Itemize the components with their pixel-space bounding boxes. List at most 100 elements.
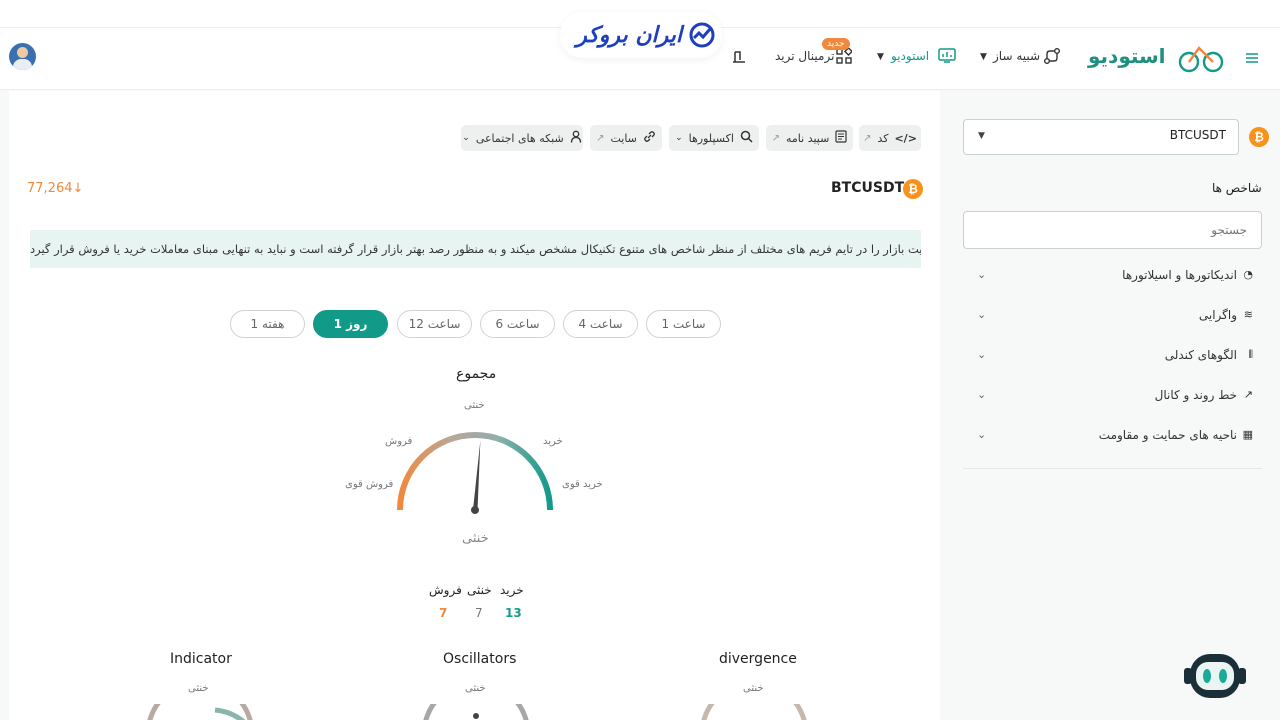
- sidebar-divider: [963, 468, 1262, 469]
- nav-simulator[interactable]: شبیه ساز: [993, 49, 1040, 63]
- sub-gauge-label-oscillators: خنثی: [465, 683, 486, 694]
- sidebar-category[interactable]: ◔ اندیکاتورها و اسیلاتورها ⌄: [975, 268, 1253, 308]
- sidebar-category-label: واگرایی: [1198, 308, 1237, 322]
- terminal-icon: [836, 46, 854, 64]
- external-link-icon: ↗: [863, 132, 872, 144]
- gauge-label-strong-sell: فروش قوی: [345, 479, 394, 490]
- symbol-select[interactable]: ▼ BTCUSDT: [963, 119, 1239, 155]
- document-icon: [835, 130, 847, 146]
- explorers-dropdown[interactable]: ⌄ اکسپلورها: [669, 125, 759, 151]
- sub-gauge-divergence: [701, 704, 807, 720]
- chart-icon[interactable]: [731, 48, 747, 64]
- studio-logo-text[interactable]: استودیو: [1088, 44, 1166, 68]
- sub-gauge-label-divergence: خنثی: [743, 683, 764, 694]
- social-dropdown[interactable]: ⌄ شبکه های اجتماعی: [461, 125, 583, 151]
- chevron-down-icon: ▼: [978, 131, 985, 141]
- search-icon: [740, 130, 753, 146]
- timeframe-button[interactable]: 1 هفته: [230, 310, 305, 338]
- timeframe-button[interactable]: 1 ساعت: [646, 310, 721, 338]
- nav-terminal[interactable]: ترمینال ترید: [775, 49, 834, 63]
- gauge-label-strong-buy: خرید قوی: [562, 479, 603, 490]
- timeframe-button[interactable]: 4 ساعت: [563, 310, 638, 338]
- brand-name: ایران بروکر: [576, 23, 682, 48]
- notice-banner: این قسمت وضعیت بازار را در تایم فریم های…: [30, 230, 921, 268]
- price-down-icon: ↓: [72, 181, 84, 196]
- gauge-icon: ◔: [1243, 268, 1253, 281]
- sidebar-category[interactable]: ↗ خط روند و کانال ⌄: [975, 388, 1253, 428]
- gauge-label-neutral: خنثی: [464, 400, 485, 411]
- price-value: 77,264: [27, 181, 73, 196]
- sub-gauge-title-indicator: Indicator: [170, 651, 232, 667]
- sidebar-category[interactable]: ≋ واگرایی ⌄: [975, 308, 1253, 348]
- brand-mark-icon: [688, 22, 716, 48]
- menu-icon[interactable]: [1245, 50, 1259, 64]
- sidebar-category-label: اندیکاتورها و اسیلاتورها: [1122, 268, 1237, 282]
- timeframe-button[interactable]: 6 ساعت: [480, 310, 555, 338]
- site-button[interactable]: ↗ سایت: [590, 125, 662, 151]
- nav-studio[interactable]: استودیو: [891, 49, 929, 63]
- gauge-needle: [471, 440, 481, 514]
- summary-gauge: [397, 432, 553, 514]
- code-label: کد: [877, 131, 889, 145]
- chevron-down-icon: ⌄: [977, 268, 987, 281]
- external-link-icon: ↗: [771, 132, 781, 144]
- sub-gauge-title-oscillators: Oscillators: [443, 651, 517, 667]
- chevron-down-icon: ⌄: [675, 133, 683, 143]
- chevron-down-icon: ⌄: [977, 388, 987, 401]
- buy-count-label: خرید: [500, 583, 524, 597]
- grid-icon: ▦: [1242, 428, 1253, 441]
- trend-icon: ↗: [1243, 388, 1253, 401]
- route-icon: [1043, 47, 1061, 65]
- chevron-down-icon: ⌄: [977, 428, 987, 441]
- site-label: سایت: [610, 131, 637, 145]
- link-icon: [643, 130, 656, 146]
- sidebar-title: شاخص ها: [1212, 181, 1262, 195]
- whitepaper-label: سپید نامه: [786, 131, 830, 145]
- whitepaper-button[interactable]: ↗ سپید نامه: [766, 125, 853, 151]
- gauge-result: خنثی: [462, 531, 489, 546]
- bitcoin-icon: ₿: [903, 179, 923, 199]
- gauge-label-buy: خرید: [543, 436, 563, 447]
- studio-logo-icon[interactable]: [1177, 42, 1225, 74]
- sidebar-category-label: ناحیه های حمایت و مقاومت: [1098, 428, 1237, 442]
- brand-logo[interactable]: ایران بروکر: [560, 12, 722, 58]
- chevron-down-icon: ⌄: [977, 348, 987, 361]
- buy-count: 13: [505, 606, 522, 620]
- avatar[interactable]: [9, 43, 36, 70]
- sidebar-category-label: الگوهای کندلی: [1164, 348, 1237, 362]
- neutral-count: 7: [475, 606, 483, 620]
- chevron-down-icon: ⌄: [462, 133, 470, 143]
- timeframe-button[interactable]: 12 ساعت: [397, 310, 472, 338]
- sidebar-category-label: خط روند و کانال: [1154, 388, 1237, 402]
- bitcoin-icon: ₿: [1249, 127, 1269, 147]
- user-icon: [570, 130, 582, 146]
- gauge-title: مجموع: [456, 366, 497, 382]
- sub-gauge-label-indicator: خنثی: [188, 683, 209, 694]
- sub-gauge-title-divergence: divergence: [719, 651, 797, 667]
- sidebar-category[interactable]: ⫴ الگوهای کندلی ⌄: [975, 348, 1253, 388]
- sidebar-category[interactable]: ▦ ناحیه های حمایت و مقاومت ⌄: [975, 428, 1253, 468]
- neutral-count-label: خنثی: [467, 583, 492, 597]
- indicator-search-input[interactable]: [963, 211, 1262, 249]
- sell-count-label: فروش: [429, 583, 462, 597]
- price: 77,264↓: [27, 181, 83, 196]
- wave-icon: ≋: [1243, 308, 1253, 321]
- code-icon: </>: [894, 131, 917, 145]
- external-link-icon: ↗: [596, 132, 605, 144]
- chatbot-icon[interactable]: [1182, 650, 1248, 702]
- studio-dropdown-icon[interactable]: ▼: [877, 52, 884, 62]
- timeframe-button[interactable]: 1 روز: [313, 310, 388, 338]
- symbol-select-value: BTCUSDT: [1169, 128, 1226, 142]
- studio-icon: [938, 48, 956, 64]
- new-badge: جدید: [822, 38, 850, 50]
- sub-gauge-indicator: [147, 704, 253, 720]
- sell-count: 7: [439, 606, 448, 620]
- simulator-dropdown-icon[interactable]: ▼: [980, 52, 987, 62]
- candles-icon: ⫴: [1248, 348, 1253, 361]
- social-label: شبکه های اجتماعی: [475, 131, 564, 145]
- chevron-down-icon: ⌄: [977, 308, 987, 321]
- symbol-name: BTCUSDT: [831, 180, 905, 196]
- sub-gauge-oscillators: [423, 704, 529, 720]
- code-button[interactable]: ↗ کد </>: [859, 125, 921, 151]
- explorers-label: اکسپلورها: [688, 131, 734, 145]
